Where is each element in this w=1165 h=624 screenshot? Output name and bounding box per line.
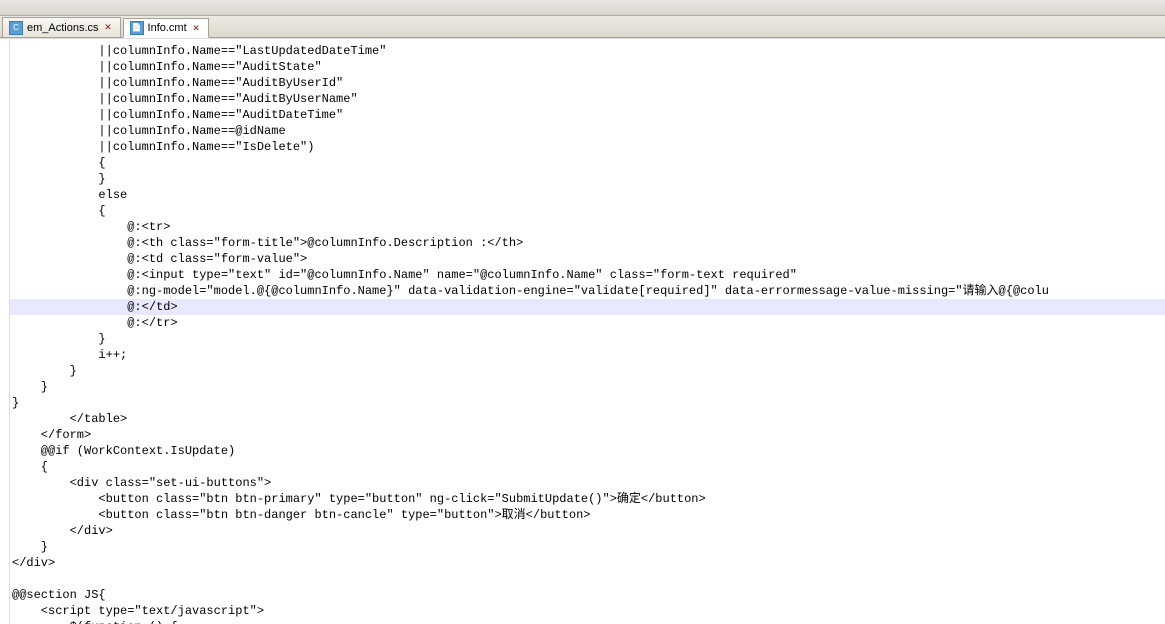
code-line[interactable]: @:ng-model="model.@{@columnInfo.Name}" d… bbox=[10, 283, 1165, 299]
code-line[interactable]: @:<tr> bbox=[10, 219, 1165, 235]
tab-info-cmt[interactable]: 📄 Info.cmt ✕ bbox=[123, 18, 209, 38]
code-line[interactable]: <div class="set-ui-buttons"> bbox=[10, 475, 1165, 491]
code-line[interactable]: ||columnInfo.Name=="AuditByUserName" bbox=[10, 91, 1165, 107]
tab-label: em_Actions.cs bbox=[27, 22, 99, 34]
code-line[interactable]: @@section JS{ bbox=[10, 587, 1165, 603]
code-line[interactable]: @:</td> bbox=[10, 299, 1165, 315]
tab-bar: C em_Actions.cs ✕ 📄 Info.cmt ✕ bbox=[0, 16, 1165, 38]
code-line[interactable]: @:</tr> bbox=[10, 315, 1165, 331]
code-line[interactable]: </form> bbox=[10, 427, 1165, 443]
code-line[interactable]: <button class="btn btn-danger btn-cancle… bbox=[10, 507, 1165, 523]
code-line[interactable]: ||columnInfo.Name=="AuditByUserId" bbox=[10, 75, 1165, 91]
code-line[interactable] bbox=[10, 571, 1165, 587]
code-line[interactable]: ||columnInfo.Name=="AuditState" bbox=[10, 59, 1165, 75]
code-line[interactable]: } bbox=[10, 363, 1165, 379]
code-line[interactable]: <script type="text/javascript"> bbox=[10, 603, 1165, 619]
code-line[interactable]: } bbox=[10, 539, 1165, 555]
code-line[interactable]: ||columnInfo.Name=="LastUpdatedDateTime" bbox=[10, 43, 1165, 59]
tab-label: Info.cmt bbox=[148, 22, 187, 34]
code-line[interactable]: } bbox=[10, 331, 1165, 347]
close-icon[interactable]: ✕ bbox=[103, 22, 114, 33]
code-line[interactable]: { bbox=[10, 459, 1165, 475]
code-line[interactable]: $(function () { bbox=[10, 619, 1165, 624]
code-area[interactable]: ||columnInfo.Name=="LastUpdatedDateTime"… bbox=[0, 38, 1165, 624]
cs-file-icon: C bbox=[9, 21, 23, 35]
code-line[interactable]: i++; bbox=[10, 347, 1165, 363]
code-line[interactable]: ||columnInfo.Name=="IsDelete") bbox=[10, 139, 1165, 155]
code-line[interactable]: @@if (WorkContext.IsUpdate) bbox=[10, 443, 1165, 459]
code-line[interactable]: <button class="btn btn-primary" type="bu… bbox=[10, 491, 1165, 507]
editor-container: C em_Actions.cs ✕ 📄 Info.cmt ✕ ||columnI… bbox=[0, 0, 1165, 624]
gutter bbox=[0, 39, 10, 624]
toolbar-area bbox=[0, 0, 1165, 16]
code-line[interactable]: else bbox=[10, 187, 1165, 203]
code-content[interactable]: ||columnInfo.Name=="LastUpdatedDateTime"… bbox=[10, 39, 1165, 624]
code-line[interactable]: @:<th class="form-title">@columnInfo.Des… bbox=[10, 235, 1165, 251]
code-line[interactable]: ||columnInfo.Name==@idName bbox=[10, 123, 1165, 139]
tab-em-actions[interactable]: C em_Actions.cs ✕ bbox=[2, 17, 121, 37]
code-line[interactable]: } bbox=[10, 171, 1165, 187]
code-line[interactable]: @:<td class="form-value"> bbox=[10, 251, 1165, 267]
code-line[interactable]: @:<input type="text" id="@columnInfo.Nam… bbox=[10, 267, 1165, 283]
code-line[interactable]: { bbox=[10, 203, 1165, 219]
code-line[interactable]: </div> bbox=[10, 523, 1165, 539]
code-line[interactable]: ||columnInfo.Name=="AuditDateTime" bbox=[10, 107, 1165, 123]
code-line[interactable]: </table> bbox=[10, 411, 1165, 427]
code-line[interactable]: } bbox=[10, 395, 1165, 411]
code-line[interactable]: </div> bbox=[10, 555, 1165, 571]
code-line[interactable]: { bbox=[10, 155, 1165, 171]
file-icon: 📄 bbox=[130, 21, 144, 35]
code-line[interactable]: } bbox=[10, 379, 1165, 395]
close-icon[interactable]: ✕ bbox=[191, 23, 202, 34]
